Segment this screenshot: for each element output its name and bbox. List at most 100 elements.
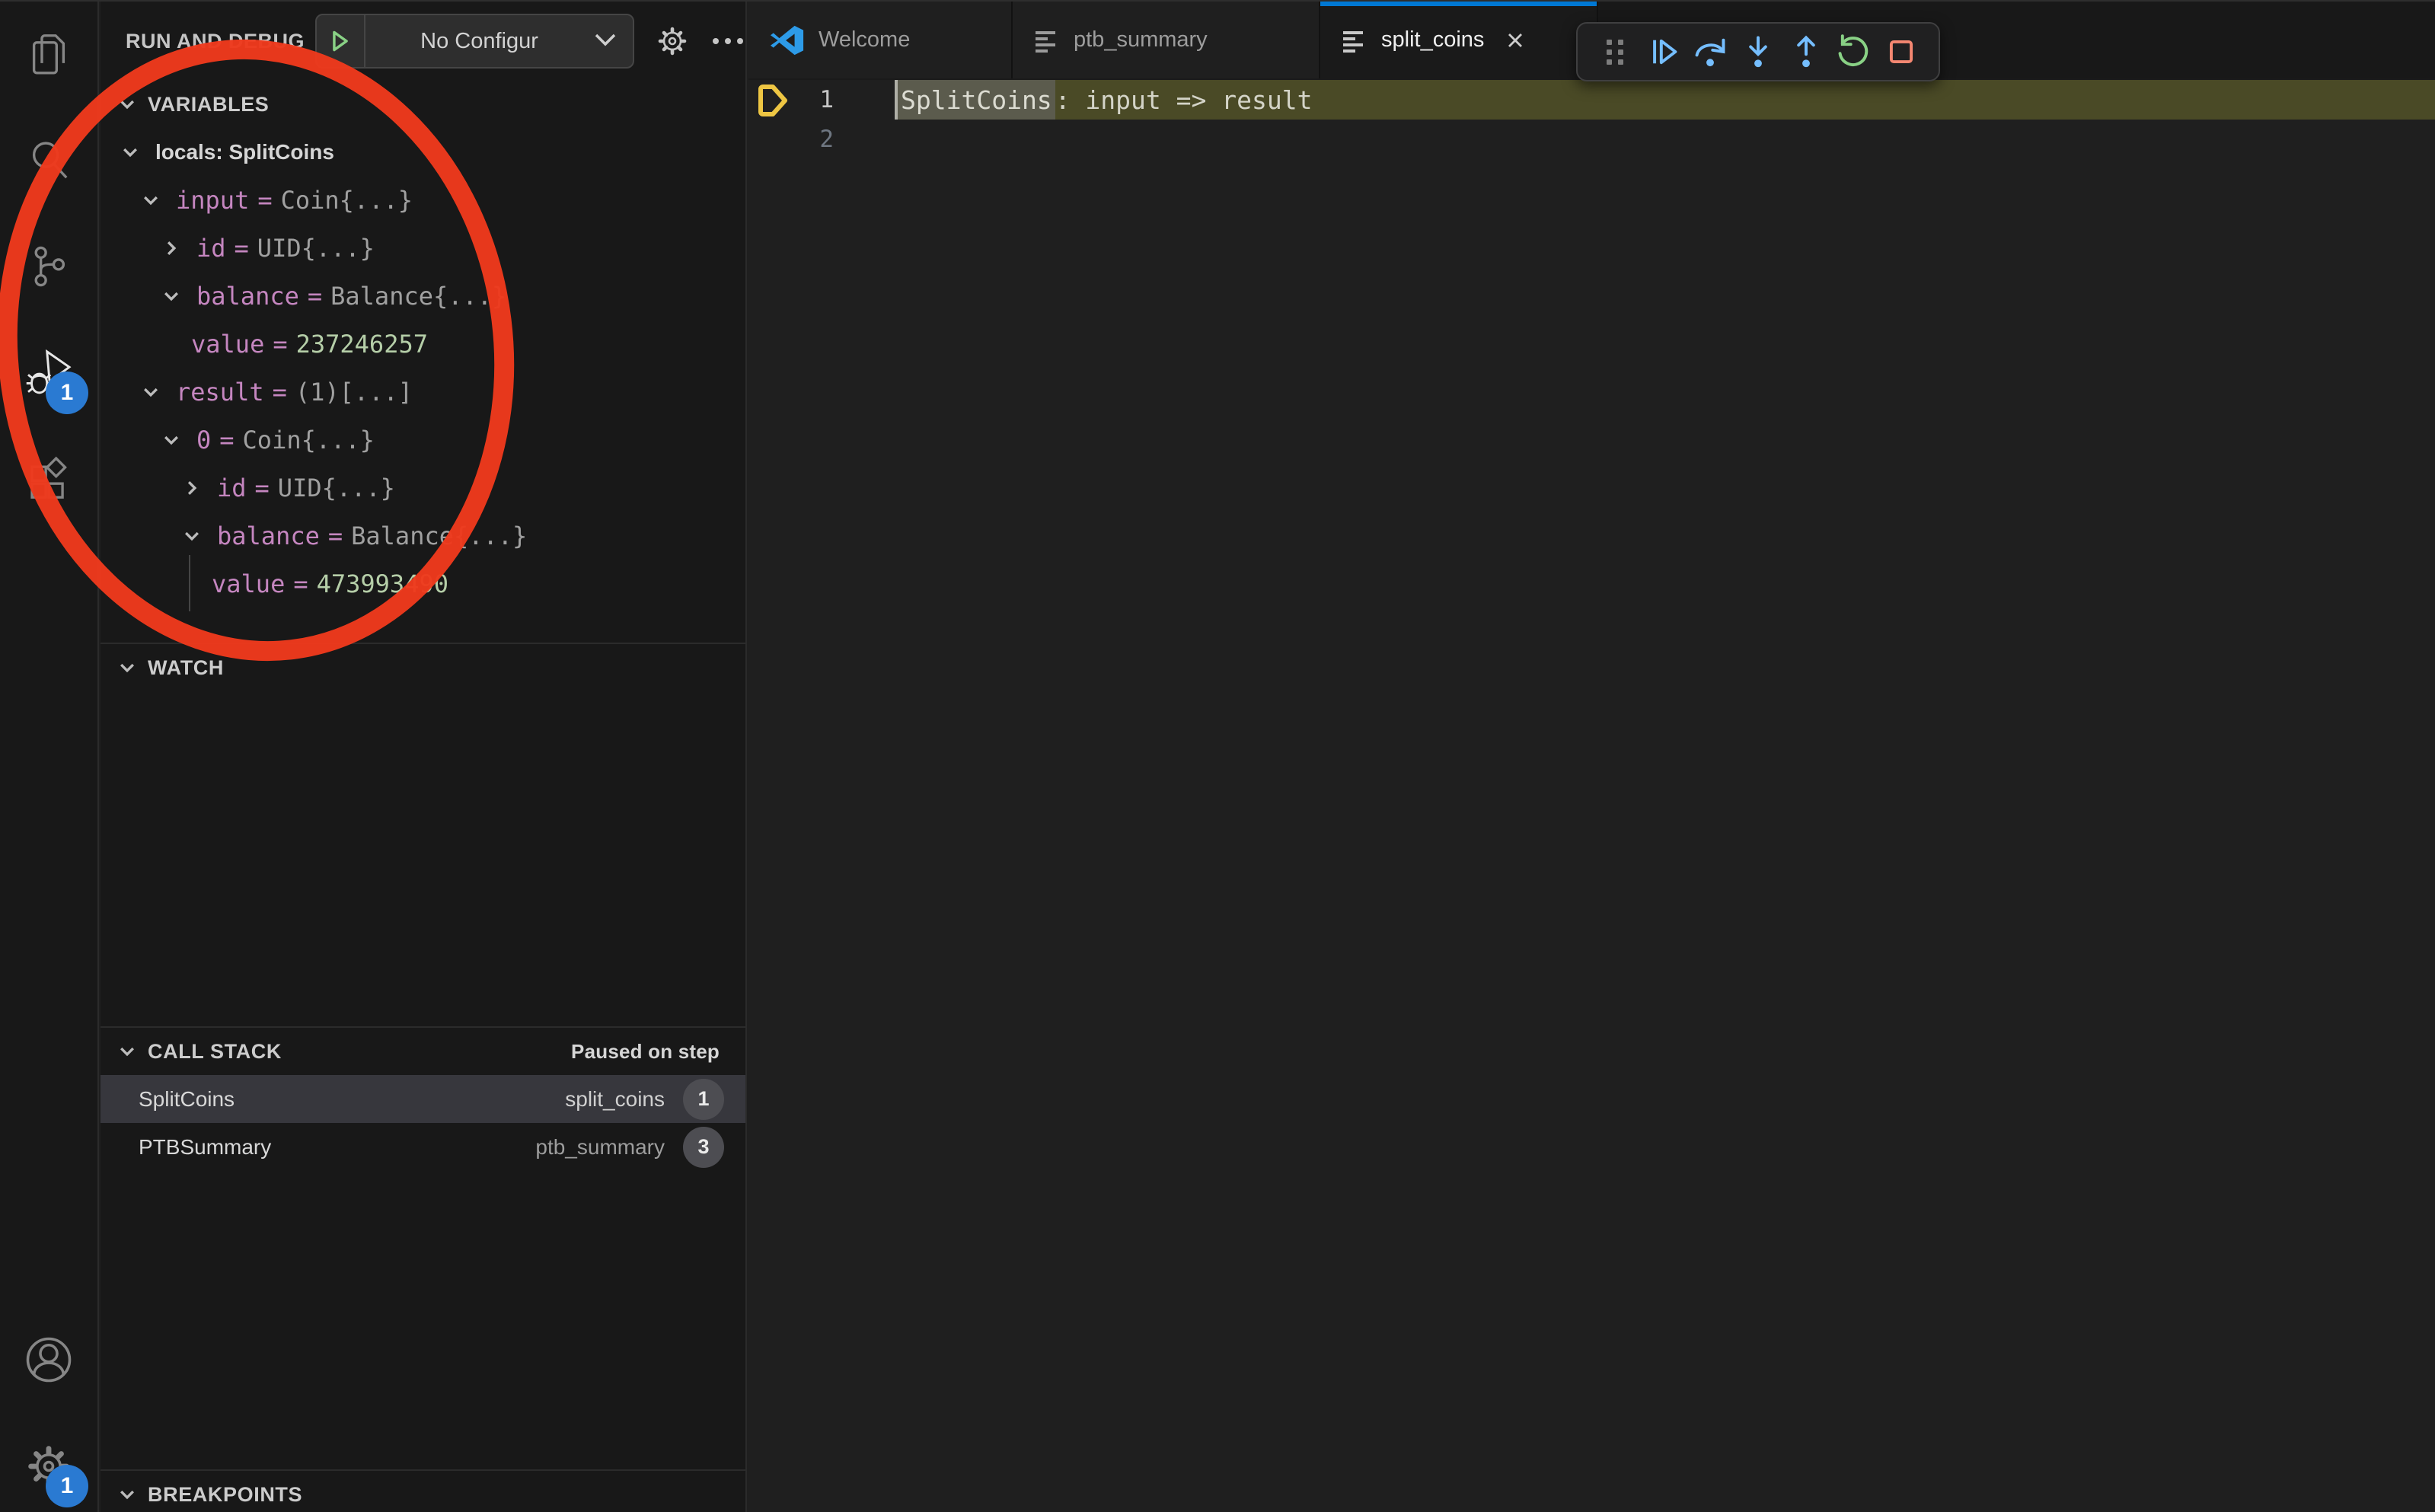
step-over-button[interactable] [1690,31,1731,72]
current-instruction-highlight: SplitCoins [895,80,1055,120]
sidebar-header: RUN AND DEBUG No Configur [101,2,745,81]
equals-sign: = [273,330,287,359]
equals-sign: = [255,474,270,502]
variable-row-value-2[interactable]: value=473993490 [101,560,745,608]
watch-section-header[interactable]: WATCH [101,644,745,691]
chevron-right-icon[interactable] [161,238,196,258]
gutter-line-2[interactable]: 2 [748,120,895,159]
variable-row-value[interactable]: value = 237246257 [101,320,745,368]
variable-name: balance [217,522,320,550]
code-editor[interactable]: 1 SplitCoins : input => result 2 [748,80,2435,159]
variable-row-balance-2[interactable]: balance=Balance{...} [101,512,745,560]
chevron-right-icon[interactable] [182,478,217,498]
activity-item-extensions[interactable] [0,428,97,534]
chevron-down-icon [117,658,148,678]
tab-welcome[interactable]: Welcome [748,2,1013,78]
debug-toolbar [1576,22,1940,81]
vscode-window: 1 1 RUN AND DEBUG [0,0,2435,1512]
variable-row-id-2[interactable]: id=UID{...} [101,464,745,512]
tab-split-coins[interactable]: split_coins [1320,2,1598,78]
activity-item-account[interactable] [0,1308,97,1415]
chevron-down-icon[interactable] [182,526,217,546]
list-file-icon [1034,27,1060,53]
activity-item-explorer[interactable] [0,2,97,108]
extensions-icon [25,456,72,507]
debug-settings-gear-icon[interactable] [654,23,691,59]
chevron-down-icon[interactable] [120,142,155,162]
variable-row-0[interactable]: 0=Coin{...} [101,416,745,464]
step-out-button[interactable] [1786,31,1827,72]
chevron-down-icon[interactable] [141,382,176,402]
call-stack-section: CALL STACK Paused on step SplitCoins spl… [101,1026,745,1171]
chevron-down-icon [117,1485,148,1504]
variable-value: Coin{...} [281,186,413,215]
variables-section-header[interactable]: VARIABLES [101,81,745,128]
activity-item-source-control[interactable] [0,215,97,321]
scope-label: locals: SplitCoins [155,140,334,164]
restart-button[interactable] [1833,31,1874,72]
activity-item-search[interactable] [0,108,97,215]
variable-name: balance [196,282,299,311]
chevron-down-icon[interactable] [141,190,176,210]
files-icon [25,30,72,81]
indent-guide [189,555,190,611]
variable-row-balance[interactable]: balance=Balance{...} [101,272,745,320]
frame-badge: 3 [683,1127,724,1168]
close-icon[interactable] [1504,29,1527,52]
variable-row-result[interactable]: result=(1)[...] [101,368,745,416]
variable-name: result [176,378,264,407]
toolbar-drag-handle[interactable] [1594,31,1636,72]
variable-row-locals[interactable]: locals: SplitCoins [101,128,745,176]
sidebar-title: RUN AND DEBUG [126,30,305,53]
watch-section: WATCH [101,643,745,691]
debug-sidebar: RUN AND DEBUG No Configur VARIABLE [101,2,747,1512]
code-line-1: 1 SplitCoins : input => result [748,80,2435,120]
current-step-arrow-icon [756,83,790,122]
chevron-down-icon [593,32,618,51]
account-icon [24,1335,74,1389]
variable-value: 237246257 [296,330,428,359]
equals-sign: = [257,186,272,215]
variable-value: UID{...} [257,234,375,263]
call-stack-section-header[interactable]: CALL STACK Paused on step [101,1028,745,1075]
call-stack-frame-ptbsummary[interactable]: PTBSummary ptb_summary 3 [101,1123,745,1171]
launch-config-dropdown[interactable]: No Configur [315,14,634,69]
variable-name: value [191,330,264,359]
variable-row-input[interactable]: input=Coin{...} [101,176,745,224]
stop-button[interactable] [1881,31,1922,72]
continue-button[interactable] [1642,31,1683,72]
tab-ptb-summary[interactable]: ptb_summary [1013,2,1320,78]
list-file-icon [1342,27,1367,53]
editor-group: Welcome ptb_summary split_coins [748,2,2435,1512]
current-line-highlight: SplitCoins : input => result [895,80,2435,120]
chevron-down-icon[interactable] [161,286,196,306]
views-more-actions-icon[interactable] [710,36,745,46]
frame-source: ptb_summary [535,1135,665,1160]
pause-status-label: Paused on step [571,1040,745,1064]
variable-value: 473993490 [317,569,448,598]
variable-row-id[interactable]: id=UID{...} [101,224,745,272]
variable-name: id [196,234,226,263]
chevron-down-icon[interactable] [161,430,196,450]
breakpoints-section-header[interactable]: BREAKPOINTS [101,1471,745,1512]
variables-section: VARIABLES locals: SplitCoins input=Coin{… [101,81,745,608]
start-debug-icon[interactable] [317,15,365,67]
variable-value: Balance{...} [330,282,506,311]
activity-item-settings[interactable]: 1 [0,1415,97,1512]
frame-source: split_coins [565,1087,665,1112]
variable-value: UID{...} [278,474,395,502]
chevron-down-icon [117,94,148,114]
code-text: : input => result [1055,85,1313,115]
gutter-line-1[interactable]: 1 [748,80,895,120]
step-into-button[interactable] [1738,31,1779,72]
equals-sign: = [293,569,308,598]
vscode-logo-icon [770,23,805,58]
equals-sign: = [273,378,287,407]
text-cursor [895,80,898,120]
activity-item-run-and-debug[interactable]: 1 [0,321,97,428]
line-number: 2 [819,120,834,159]
frame-badge: 1 [683,1079,724,1120]
source-control-icon [25,243,72,294]
line-number: 1 [819,80,834,120]
call-stack-frame-splitcoins[interactable]: SplitCoins split_coins 1 [101,1075,745,1123]
